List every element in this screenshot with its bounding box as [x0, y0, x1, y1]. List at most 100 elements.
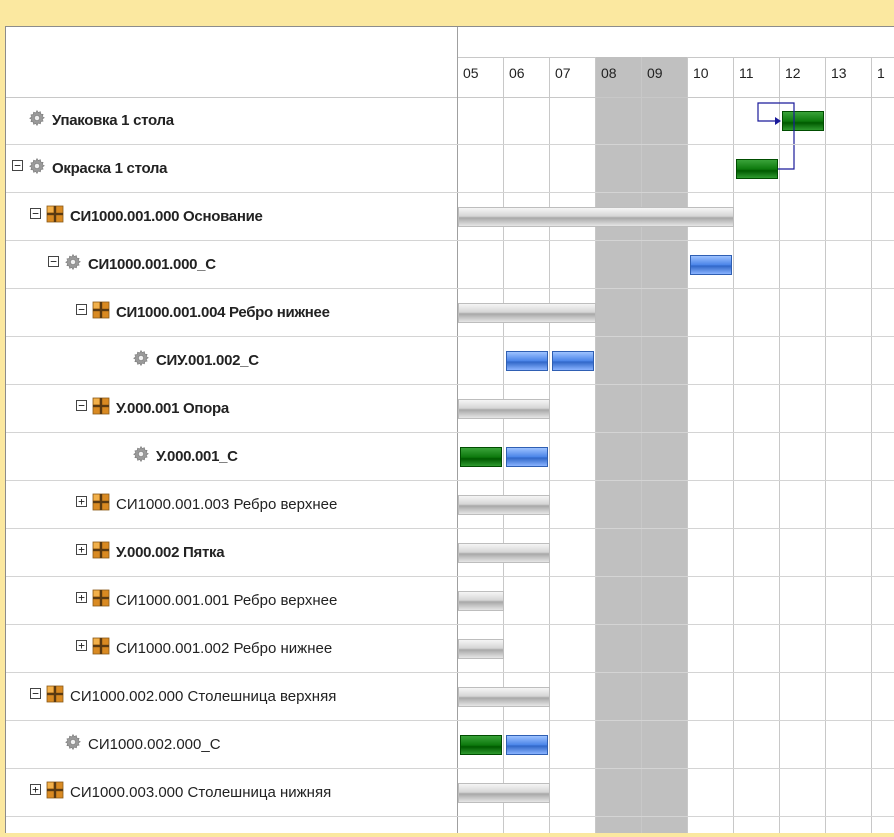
- gear-icon: [64, 733, 82, 751]
- tree-row[interactable]: − Окраска 1 стола: [6, 145, 457, 192]
- tree-row[interactable]: СИ1000.002.000_С: [6, 721, 457, 768]
- tree-row[interactable]: − СИ1000.001.000_С: [6, 241, 457, 288]
- day-header-08: 08: [601, 65, 617, 81]
- gear-icon: [28, 109, 46, 127]
- gantt-bar-gray[interactable]: [458, 639, 504, 659]
- tree-row-label: Окраска 1 стола: [52, 160, 168, 177]
- gantt-bar-blue[interactable]: [506, 351, 548, 371]
- day-column-07: [550, 57, 596, 833]
- gantt-bar-gray[interactable]: [458, 399, 550, 419]
- gantt-bar-gray[interactable]: [458, 303, 596, 323]
- gear-icon: [64, 253, 82, 271]
- product-icon: [92, 541, 110, 559]
- tree-row-label: СИ1000.001.000 Основание: [70, 208, 263, 225]
- expand-toggle[interactable]: +: [30, 784, 41, 795]
- row-separator: [6, 480, 894, 481]
- tree-row-label: У.000.001_С: [156, 448, 238, 465]
- day-column-10: [688, 57, 734, 833]
- collapse-toggle[interactable]: −: [12, 160, 23, 171]
- gantt-bar-blue[interactable]: [552, 351, 594, 371]
- day-header-06: 06: [509, 65, 525, 81]
- collapse-toggle[interactable]: −: [76, 304, 87, 315]
- expand-toggle[interactable]: +: [76, 496, 87, 507]
- tree-row-label: СИ1000.001.002 Ребро нижнее: [116, 640, 333, 657]
- expand-toggle[interactable]: +: [76, 544, 87, 555]
- collapse-toggle[interactable]: −: [30, 688, 41, 699]
- day-column-13: [826, 57, 872, 833]
- timeline-header-divider: [458, 97, 894, 98]
- product-icon: [92, 589, 110, 607]
- collapse-toggle[interactable]: −: [48, 256, 59, 267]
- tree-row[interactable]: − СИ1000.001.004 Ребро нижнее: [6, 289, 457, 336]
- row-separator: [6, 432, 894, 433]
- gantt-bar-green[interactable]: [782, 111, 824, 131]
- day-header-09: 09: [647, 65, 663, 81]
- tree-row-label: У.000.002 Пятка: [116, 544, 225, 561]
- tree-header: [6, 27, 457, 98]
- row-separator: [6, 816, 894, 817]
- row-separator: [6, 336, 894, 337]
- row-separator: [6, 192, 894, 193]
- gantt-bar-blue[interactable]: [506, 735, 548, 755]
- day-header-07: 07: [555, 65, 571, 81]
- collapse-toggle[interactable]: −: [76, 400, 87, 411]
- day-column-05: [458, 57, 504, 833]
- tree-row[interactable]: − У.000.001 Опора: [6, 385, 457, 432]
- product-icon: [46, 685, 64, 703]
- product-icon: [92, 637, 110, 655]
- expand-toggle[interactable]: +: [76, 592, 87, 603]
- tree-row-label: СИ1000.002.000_С: [88, 736, 221, 753]
- gear-icon: [132, 445, 150, 463]
- row-separator: [6, 720, 894, 721]
- day-header-12: 12: [785, 65, 801, 81]
- row-separator: [6, 288, 894, 289]
- day-header-10: 10: [693, 65, 709, 81]
- tree-row[interactable]: + СИ1000.001.002 Ребро нижнее: [6, 625, 457, 672]
- expand-toggle[interactable]: +: [76, 640, 87, 651]
- row-separator: [6, 624, 894, 625]
- row-separator: [6, 384, 894, 385]
- tree-row[interactable]: + СИ1000.001.001 Ребро верхнее: [6, 577, 457, 624]
- gantt-bar-gray[interactable]: [458, 495, 550, 515]
- tree-row-label: СИ1000.001.004 Ребро нижнее: [116, 304, 330, 321]
- tree-row[interactable]: СИУ.001.002_С: [6, 337, 457, 384]
- row-separator: [6, 576, 894, 577]
- gantt-bar-green[interactable]: [460, 447, 502, 467]
- row-separator: [6, 144, 894, 145]
- gantt-bar-green[interactable]: [460, 735, 502, 755]
- tree-row[interactable]: У.000.001_С: [6, 433, 457, 480]
- day-column-06: [504, 57, 550, 833]
- gantt-bar-gray[interactable]: [458, 207, 734, 227]
- tree-row-label: СИ1000.002.000 Столешница верхняя: [70, 688, 337, 705]
- product-icon: [92, 301, 110, 319]
- product-icon: [46, 781, 64, 799]
- day-column-09: [642, 57, 688, 833]
- gantt-bar-blue[interactable]: [690, 255, 732, 275]
- tree-row[interactable]: + СИ1000.003.000 Столешница нижняя: [6, 769, 457, 816]
- tree-row-label: СИУ.001.002_С: [156, 352, 259, 369]
- day-header-1: 1: [877, 65, 885, 81]
- gear-icon: [28, 157, 46, 175]
- row-separator: [6, 528, 894, 529]
- gantt-bar-green[interactable]: [736, 159, 778, 179]
- gantt-bar-gray[interactable]: [458, 591, 504, 611]
- product-icon: [92, 397, 110, 415]
- day-column-1: [872, 57, 894, 833]
- gantt-bar-blue[interactable]: [506, 447, 548, 467]
- gantt-bar-gray[interactable]: [458, 687, 550, 707]
- product-icon: [92, 493, 110, 511]
- day-header-05: 05: [463, 65, 479, 81]
- day-column-08: [596, 57, 642, 833]
- tree-row-label: СИ1000.001.003 Ребро верхнее: [116, 496, 338, 513]
- tree-row[interactable]: Упаковка 1 стола: [6, 97, 457, 144]
- tree-row[interactable]: + У.000.002 Пятка: [6, 529, 457, 576]
- collapse-toggle[interactable]: −: [30, 208, 41, 219]
- row-separator: [6, 672, 894, 673]
- gantt-bar-gray[interactable]: [458, 783, 550, 803]
- tree-row-label: СИ1000.001.000_С: [88, 256, 216, 273]
- task-tree: Упаковка 1 стола − Окраска 1 стола − СИ1000.…: [6, 27, 458, 833]
- tree-row[interactable]: + СИ1000.001.003 Ребро верхнее: [6, 481, 457, 528]
- tree-row[interactable]: − СИ1000.001.000 Основание: [6, 193, 457, 240]
- gantt-bar-gray[interactable]: [458, 543, 550, 563]
- tree-row[interactable]: − СИ1000.002.000 Столешница верхняя: [6, 673, 457, 720]
